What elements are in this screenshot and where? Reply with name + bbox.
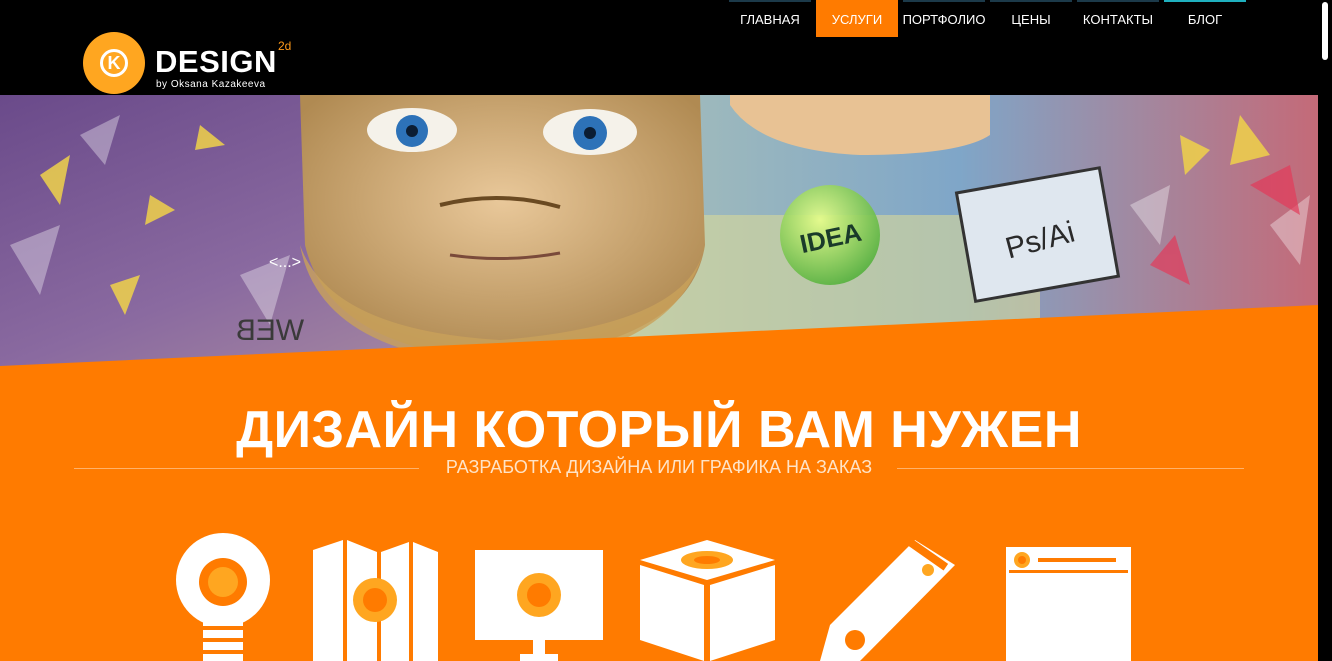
logo-word: DESIGN [155,44,277,79]
nav-item-home[interactable]: ГЛАВНАЯ [729,0,811,37]
lightbulb-icon[interactable] [173,530,273,661]
page-scrollbar[interactable] [1318,0,1332,661]
page-headline: ДИЗАЙН КОТОРЫЙ ВАМ НУЖЕН [236,401,1082,459]
subheadline-row: РАЗРАБОТКА ДИЗАЙНА ИЛИ ГРАФИКА НА ЗАКАЗ [74,457,1244,479]
nav-item-contacts[interactable]: КОНТАКТЫ [1077,0,1159,37]
site-logo[interactable]: K DESIGN 2d by Oksana Kazakeeva [83,32,303,94]
pen-icon[interactable] [820,530,960,661]
logo-superscript: 2d [278,39,292,53]
scrollbar-thumb[interactable] [1322,2,1328,60]
nav-item-services[interactable]: УСЛУГИ [816,0,898,37]
logo-byline: by Oksana Kazakeeva [156,79,266,90]
site-header: K DESIGN 2d by Oksana Kazakeeva ГЛАВНАЯ … [0,0,1318,95]
package-box-icon[interactable] [640,530,775,661]
page: K DESIGN 2d by Oksana Kazakeeva ГЛАВНАЯ … [0,0,1332,661]
presentation-board-icon[interactable] [475,530,605,661]
page-subheadline: РАЗРАБОТКА ДИЗАЙНА ИЛИ ГРАФИКА НА ЗАКАЗ [429,457,889,477]
nav-item-prices[interactable]: ЦЕНЫ [990,0,1072,37]
logo-emblem-icon: K [83,32,145,94]
code-tag-text: <...> [269,254,301,271]
nav-item-portfolio[interactable]: ПОРТФОЛИО [903,0,985,37]
brochure-map-icon[interactable] [313,530,438,661]
nav-item-blog[interactable]: БЛОГ [1164,0,1246,37]
services-icons-row [0,530,1318,661]
main-nav: ГЛАВНАЯ УСЛУГИ ПОРТФОЛИО ЦЕНЫ КОНТАКТЫ Б… [724,0,1246,37]
browser-window-icon[interactable] [1006,530,1131,661]
